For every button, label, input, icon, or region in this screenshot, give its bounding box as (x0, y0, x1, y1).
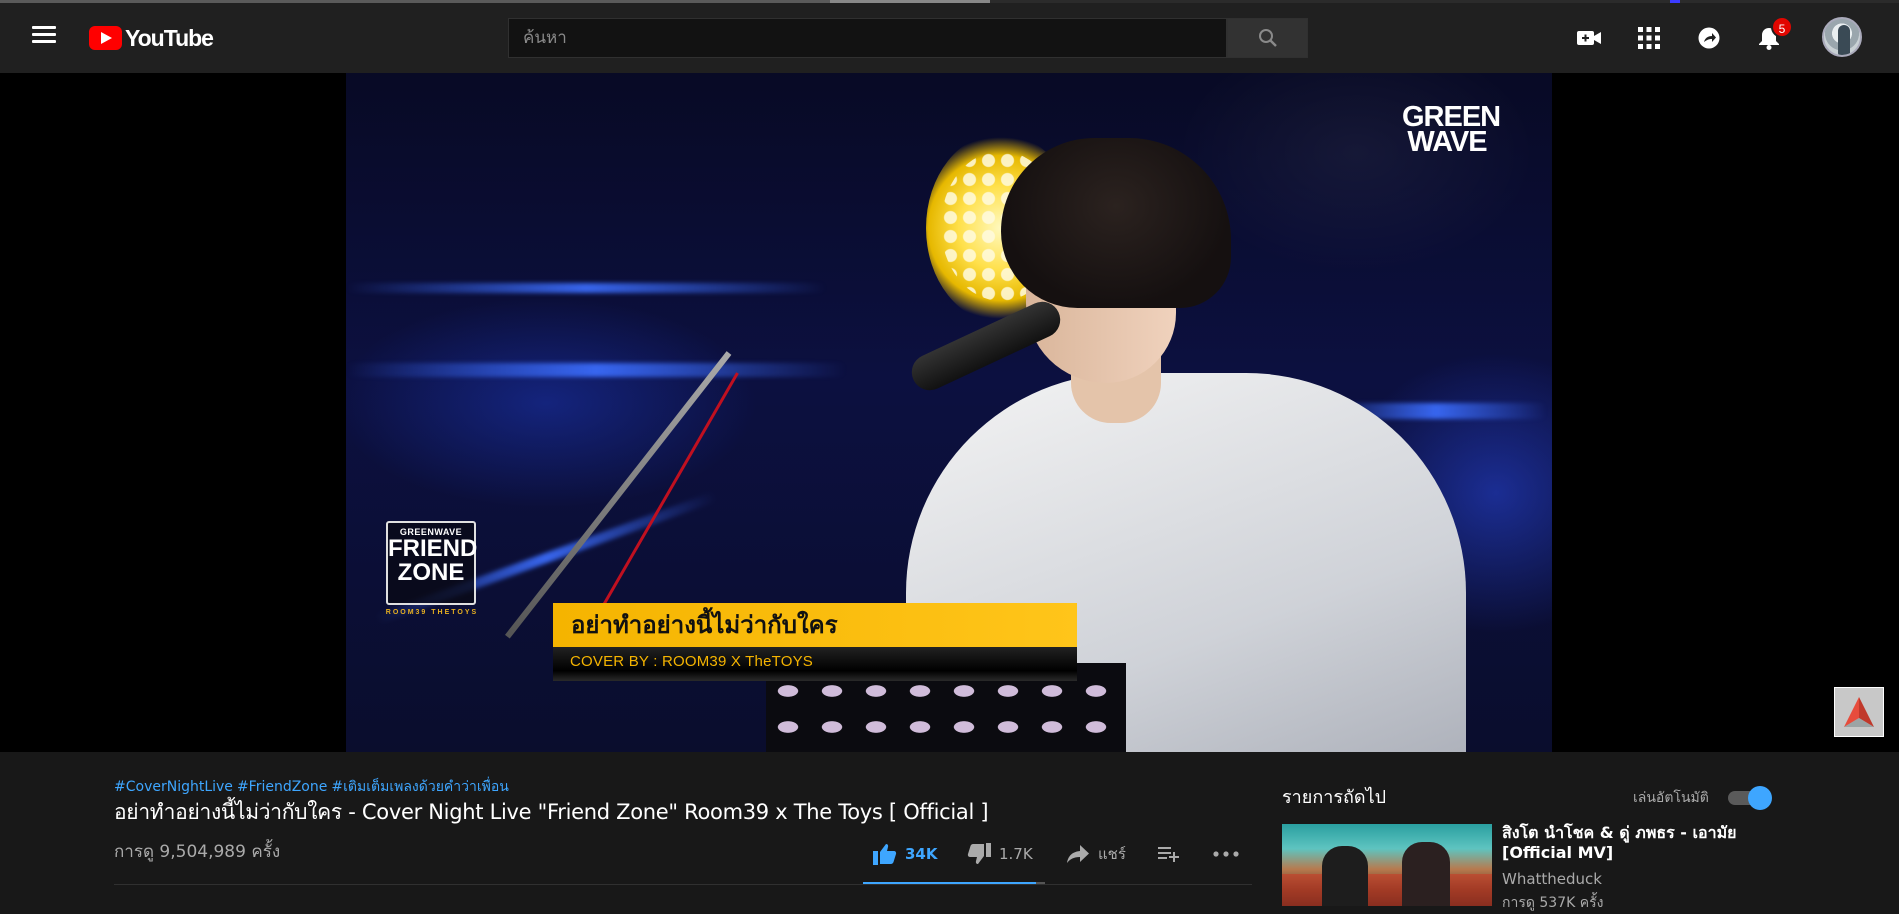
lower-third-subtitle: COVER BY : ROOM39 X TheTOYS (553, 647, 1077, 681)
friend-zone-logo: GREENWAVE FRIEND ZONE (386, 521, 477, 605)
lower-third-title: อย่าทำอย่างนี้ไม่ว่ากับใคร (553, 603, 1077, 647)
hashtag-link[interactable]: #เติมเต็มเพลงด้วยคำว่าเพื่อน (331, 779, 508, 795)
share-arrow-icon (1067, 845, 1089, 863)
video-hashtags: #CoverNightLive #FriendZone #เติมเต็มเพลงด… (114, 776, 513, 798)
autoplay-label: เล่นอัตโนมัติ (1633, 790, 1709, 806)
recommendation-channel[interactable]: Whattheduck (1502, 870, 1602, 888)
account-avatar[interactable] (1822, 17, 1862, 57)
greenwave-watermark: GREEN WAVE (1402, 101, 1501, 158)
thumbs-down-icon (967, 843, 991, 864)
chat-share-icon (1698, 27, 1720, 49)
friend-zone-logo-sub: ROOM39 THETOYS (385, 609, 479, 616)
notifications-button[interactable]: 5 (1749, 16, 1793, 58)
playlist-add-icon (1158, 847, 1179, 862)
video-camera-icon (1577, 31, 1601, 45)
recommendation-thumbnail[interactable] (1282, 824, 1492, 906)
notification-badge: 5 (1771, 16, 1793, 38)
autoplay-toggle[interactable] (1728, 786, 1772, 810)
up-next-heading: รายการถัดไป (1282, 787, 1387, 808)
dislike-button[interactable]: 1.7K (967, 836, 1033, 872)
share-label: แชร์ (1098, 845, 1126, 863)
more-horizontal-icon (1213, 851, 1239, 857)
save-to-playlist-button[interactable] (1158, 836, 1180, 872)
recommendation-views: การดู 537K ครั้ง (1502, 895, 1604, 911)
like-count: 34K (905, 845, 938, 863)
thumbs-up-icon (873, 844, 897, 865)
arrow-up-icon (1844, 697, 1874, 727)
like-button[interactable]: 34K (873, 836, 938, 872)
apps-grid-icon (1638, 27, 1660, 49)
masthead: YouTube ค้นหา 5 (0, 0, 1899, 73)
video-title: อย่าทำอย่างนี้ไม่ว่ากับใคร - Cover Night… (114, 800, 989, 824)
apps-button[interactable] (1629, 18, 1669, 58)
lower-third-caption: อย่าทำอย่างนี้ไม่ว่ากับใคร COVER BY : RO… (553, 603, 1077, 683)
hashtag-link[interactable]: #CoverNightLive (114, 779, 233, 795)
divider (114, 884, 1252, 885)
scroll-to-top-button[interactable] (1834, 687, 1884, 737)
share-button[interactable]: แชร์ (1066, 836, 1126, 872)
page-load-progress (0, 0, 1899, 3)
dislike-count: 1.7K (999, 845, 1033, 863)
messages-button[interactable] (1689, 18, 1729, 58)
create-video-button[interactable] (1569, 18, 1609, 58)
video-player[interactable]: GREEN WAVE GREENWAVE FRIEND ZONE ROOM39 … (346, 73, 1552, 752)
recommendation-title[interactable]: สิงโต นำโชค & ดู่ ภพธร - เอามัย [Officia… (1502, 823, 1762, 863)
hashtag-link[interactable]: #FriendZone (237, 779, 327, 795)
more-actions-button[interactable] (1213, 836, 1239, 872)
masthead-actions: 5 (0, 16, 1899, 58)
